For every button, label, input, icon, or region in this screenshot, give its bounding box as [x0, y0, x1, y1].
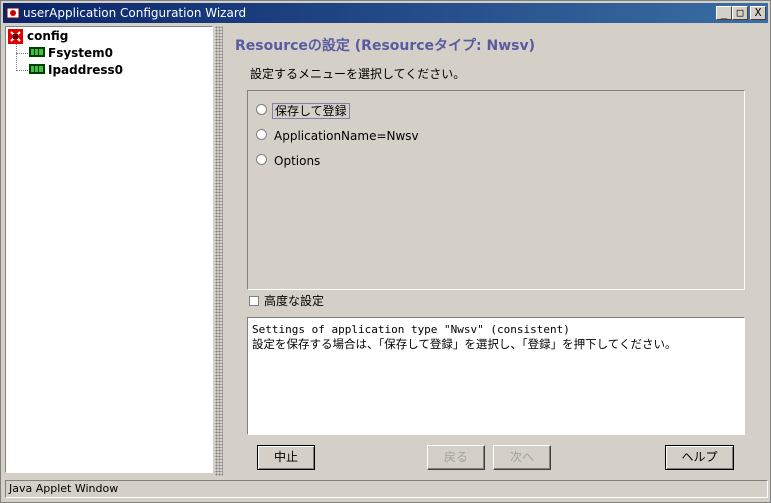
- option-options[interactable]: Options: [256, 151, 322, 169]
- cancel-button[interactable]: 中止: [257, 445, 315, 470]
- resource-tree[interactable]: config Fsystem0 Ipaddress0: [5, 26, 213, 473]
- radio-button[interactable]: [256, 154, 267, 165]
- instruction-text: 設定するメニューを選択してください。: [250, 67, 466, 81]
- tree-item-config[interactable]: config: [27, 28, 68, 44]
- option-label: ApplicationName=Nwsv: [274, 128, 419, 143]
- advanced-settings-checkbox[interactable]: 高度な設定: [249, 293, 324, 309]
- next-button[interactable]: 次へ: [493, 445, 551, 470]
- resource-icon: [29, 47, 45, 57]
- wizard-window: userApplication Configuration Wizard _ □…: [0, 0, 771, 503]
- resource-icon: [29, 64, 45, 74]
- option-label: 保存して登録: [272, 102, 350, 119]
- title-bar[interactable]: userApplication Configuration Wizard _ □…: [3, 3, 768, 23]
- tree-item-fsystem0[interactable]: Fsystem0: [48, 45, 113, 61]
- window-title: userApplication Configuration Wizard: [23, 6, 247, 20]
- tree-item-ipaddress0[interactable]: Ipaddress0: [48, 62, 123, 78]
- option-save-register[interactable]: 保存して登録: [256, 101, 350, 119]
- option-label: Options: [274, 153, 321, 168]
- status-bar: Java Applet Window: [5, 480, 768, 498]
- advanced-settings-label: 高度な設定: [264, 294, 325, 308]
- help-button[interactable]: ヘルプ: [665, 445, 734, 470]
- page-title: Resourceの設定 (Resourceタイプ: Nwsv): [235, 38, 536, 54]
- checkbox-box[interactable]: [249, 295, 259, 306]
- app-icon: [6, 7, 20, 19]
- minimize-button[interactable]: _: [716, 6, 732, 20]
- option-application-name[interactable]: ApplicationName=Nwsv: [256, 126, 421, 144]
- description-line: Settings of application type "Nwsv" (con…: [252, 323, 570, 336]
- description-line: 設定を保存する場合は、「保存して登録」を選択し、「登録」を押下してください。: [252, 337, 677, 351]
- back-button[interactable]: 戻る: [427, 445, 485, 470]
- splitter-handle[interactable]: [215, 26, 223, 476]
- close-button[interactable]: X: [750, 6, 766, 20]
- radio-button[interactable]: [256, 129, 267, 140]
- maximize-button[interactable]: □: [732, 6, 748, 20]
- menu-options-panel: 保存して登録 ApplicationName=Nwsv Options: [247, 90, 745, 290]
- radio-button[interactable]: [256, 104, 267, 115]
- config-icon: [8, 29, 23, 44]
- description-area: Settings of application type "Nwsv" (con…: [247, 317, 745, 435]
